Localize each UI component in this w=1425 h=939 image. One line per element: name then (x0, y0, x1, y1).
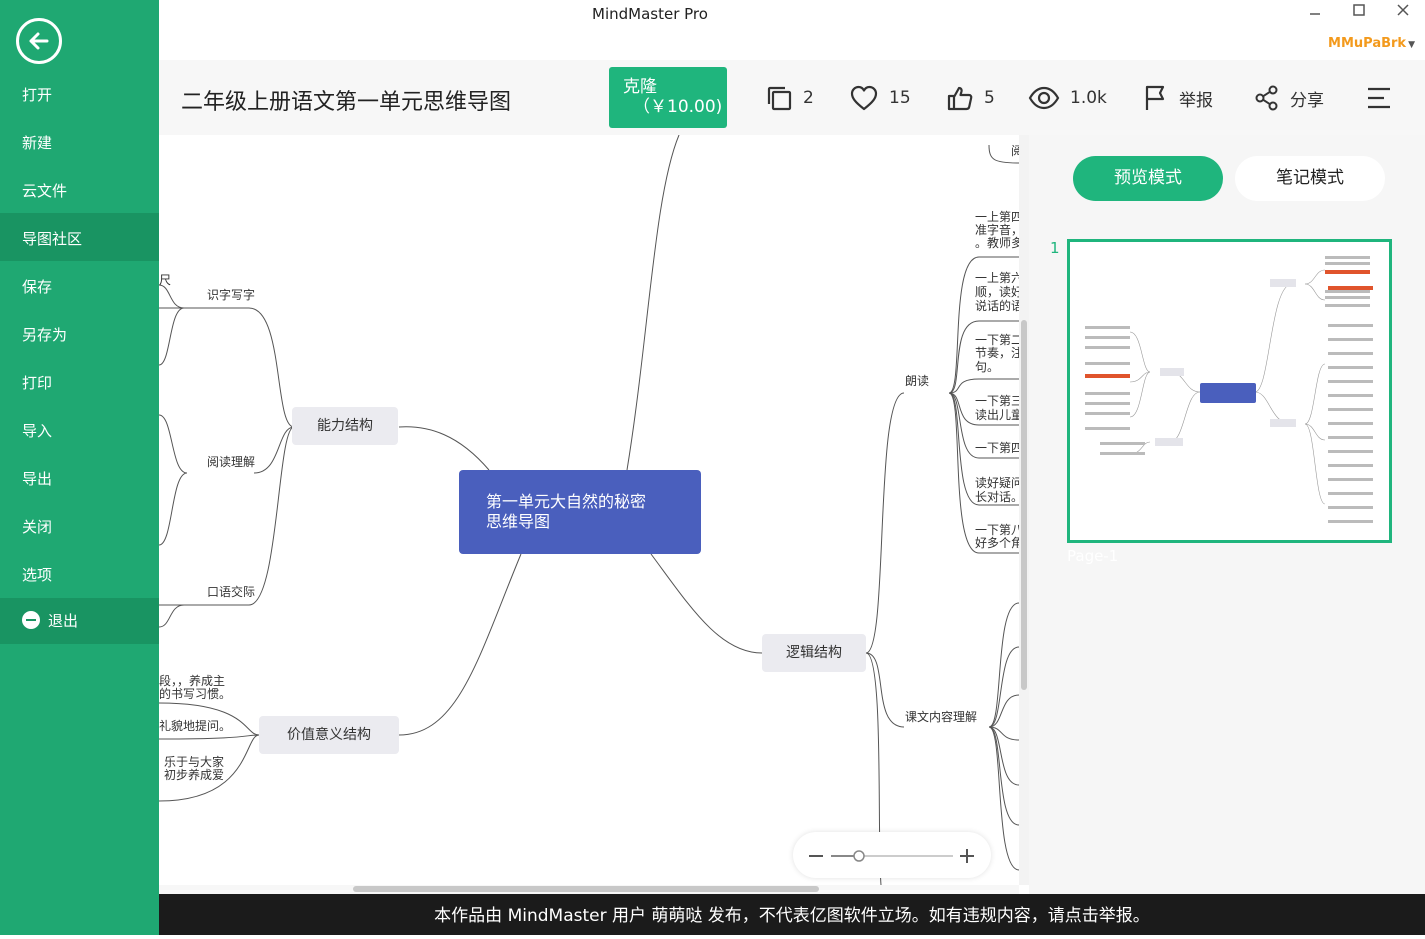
leaf-left-6[interactable]: 初步养成爱 (164, 769, 224, 782)
copy-icon (767, 86, 792, 111)
sidebar-item-new[interactable]: 新建 (0, 120, 159, 166)
horizontal-scrollbar[interactable] (159, 885, 1019, 894)
share-icon (1255, 85, 1278, 111)
tab-notes-mode[interactable]: 笔记模式 (1235, 156, 1385, 201)
close-icon[interactable] (1393, 4, 1413, 24)
user-name: MMuPaBrk (1328, 36, 1407, 51)
mindmap-canvas[interactable]: 第一单元大自然的秘密 思维导图 能力结构 价值意义结构 逻辑结构 识字写字 阅读… (159, 135, 1019, 885)
preview-panel: 预览模式 笔记模式 1 Page-1 (1029, 135, 1425, 894)
report-notice-footer[interactable]: 本作品由 MindMaster 用户 萌萌哒 发布，不代表亿图软件立场。如有违规… (159, 894, 1425, 935)
sidebar-item-save-as[interactable]: 另存为 (0, 312, 159, 358)
hamburger-menu-icon[interactable] (1367, 87, 1391, 113)
leaf-left-3[interactable]: 的书写习惯。 (159, 688, 231, 701)
horizontal-scroll-thumb[interactable] (353, 886, 819, 892)
document-title: 二年级上册语文第一单元思维导图 (181, 90, 512, 115)
subnode-speaking[interactable]: 口语交际 (207, 583, 255, 600)
clone-button[interactable]: 克隆 （￥10.00) (609, 67, 727, 128)
back-arrow-icon[interactable] (16, 18, 62, 64)
eye-icon (1028, 86, 1060, 110)
sidebar-item-save[interactable]: 保存 (0, 264, 159, 310)
exit-label: 退出 (48, 612, 79, 630)
sidebar-item-import[interactable]: 导入 (0, 408, 159, 454)
favorites-stat[interactable]: 15 (849, 82, 911, 114)
views-count: 1.0k (1070, 88, 1107, 108)
vertical-scrollbar[interactable] (1019, 135, 1029, 885)
clone-label: 克隆 (623, 77, 657, 97)
page-thumbnail[interactable] (1067, 239, 1392, 543)
leaf-left-1[interactable]: 尺 (159, 274, 171, 287)
report-label: 举报 (1179, 90, 1213, 111)
leaf-right-2b[interactable]: 顺，读好 (975, 286, 1019, 299)
copies-stat[interactable]: 2 (765, 82, 814, 114)
page-number: 1 (1050, 239, 1060, 257)
leaf-right-6b[interactable]: 长对话。 (975, 491, 1019, 504)
flag-icon (1145, 85, 1165, 110)
sidebar-item-cloud-files[interactable]: 云文件 (0, 168, 159, 214)
share-button[interactable]: 分享 (1254, 82, 1324, 114)
maximize-icon[interactable] (1349, 4, 1369, 24)
sidebar-item-open[interactable]: 打开 (0, 72, 159, 118)
leaf-right-2a[interactable]: 一上第六 (975, 272, 1019, 285)
sidebar-item-print[interactable]: 打印 (0, 360, 159, 406)
leaf-right-5[interactable]: 一下第四 (975, 442, 1019, 455)
minus-circle-icon (22, 610, 40, 629)
likes-stat[interactable]: 5 (946, 82, 995, 114)
likes-count: 5 (984, 88, 995, 108)
sidebar-item-close[interactable]: 关闭 (0, 504, 159, 550)
page-label: Page-1 (1067, 547, 1119, 565)
favorites-count: 15 (889, 88, 911, 108)
branch-ability[interactable]: 能力结构 (292, 407, 398, 445)
subnode-reading[interactable]: 阅读理解 (207, 453, 255, 470)
views-stat[interactable]: 1.0k (1028, 82, 1107, 114)
sidebar-item-options[interactable]: 选项 (0, 552, 159, 598)
thumbnail-mindmap (1085, 256, 1373, 523)
sidebar-item-mindmap-community[interactable]: 导图社区 (0, 213, 159, 261)
zoom-in-icon[interactable] (960, 849, 974, 863)
sidebar: 打开 新建 云文件 导图社区 保存 另存为 打印 导入 导出 关闭 选项 退出 (0, 0, 159, 935)
report-button[interactable]: 举报 (1143, 82, 1213, 114)
header-toolbar: 二年级上册语文第一单元思维导图 克隆 （￥10.00) 2 15 5 1.0k (159, 60, 1425, 135)
heart-icon (850, 85, 878, 111)
sidebar-item-exit[interactable]: 退出 (0, 598, 159, 644)
branch-logic[interactable]: 逻辑结构 (762, 634, 866, 672)
root-node-line-2: 思维导图 (486, 512, 551, 531)
user-menu[interactable]: MMuPaBrk ▼ (1328, 36, 1415, 51)
subnode-literacy[interactable]: 识字写字 (207, 286, 255, 303)
thumbs-up-icon (947, 86, 973, 111)
caret-down-icon: ▼ (1408, 40, 1415, 50)
leaf-right-4b[interactable]: 读出儿童 (975, 409, 1019, 422)
leaf-left-4[interactable]: 礼貌地提问。 (159, 720, 231, 733)
zoom-control (793, 832, 991, 878)
tab-preview-mode[interactable]: 预览模式 (1073, 156, 1223, 201)
app-title: MindMaster Pro (592, 5, 708, 23)
branch-value[interactable]: 价值意义结构 (259, 716, 399, 754)
leaf-right-4a[interactable]: 一下第三 (975, 395, 1019, 408)
leaf-right-3c[interactable]: 句。 (975, 361, 999, 374)
zoom-slider-handle[interactable] (853, 850, 865, 862)
title-bar: MindMaster Pro MMuPaBrk ▼ (159, 0, 1425, 60)
leaf-right-3b[interactable]: 节奏，注 (975, 347, 1019, 360)
subnode-read-aloud[interactable]: 朗读 (905, 372, 929, 389)
clone-price: （￥10.00) (633, 97, 723, 117)
leaf-right-2c[interactable]: 说话的语 (975, 300, 1019, 313)
leaf-right-1c[interactable]: 。教师多 (975, 237, 1019, 250)
root-node-line-1: 第一单元大自然的秘密 (486, 492, 647, 511)
leaf-right-7b[interactable]: 好多个角 (975, 537, 1019, 550)
copies-count: 2 (803, 88, 814, 108)
leaf-right-top[interactable]: 阅 (1011, 145, 1019, 158)
subnode-text-understanding[interactable]: 课文内容理解 (905, 708, 977, 725)
root-node[interactable]: 第一单元大自然的秘密 思维导图 (459, 470, 701, 554)
leaf-right-6a[interactable]: 读好疑问 (975, 477, 1019, 490)
sidebar-item-export[interactable]: 导出 (0, 456, 159, 502)
share-label: 分享 (1290, 90, 1324, 111)
minimize-icon[interactable] (1305, 4, 1325, 24)
vertical-scroll-thumb[interactable] (1021, 320, 1027, 690)
